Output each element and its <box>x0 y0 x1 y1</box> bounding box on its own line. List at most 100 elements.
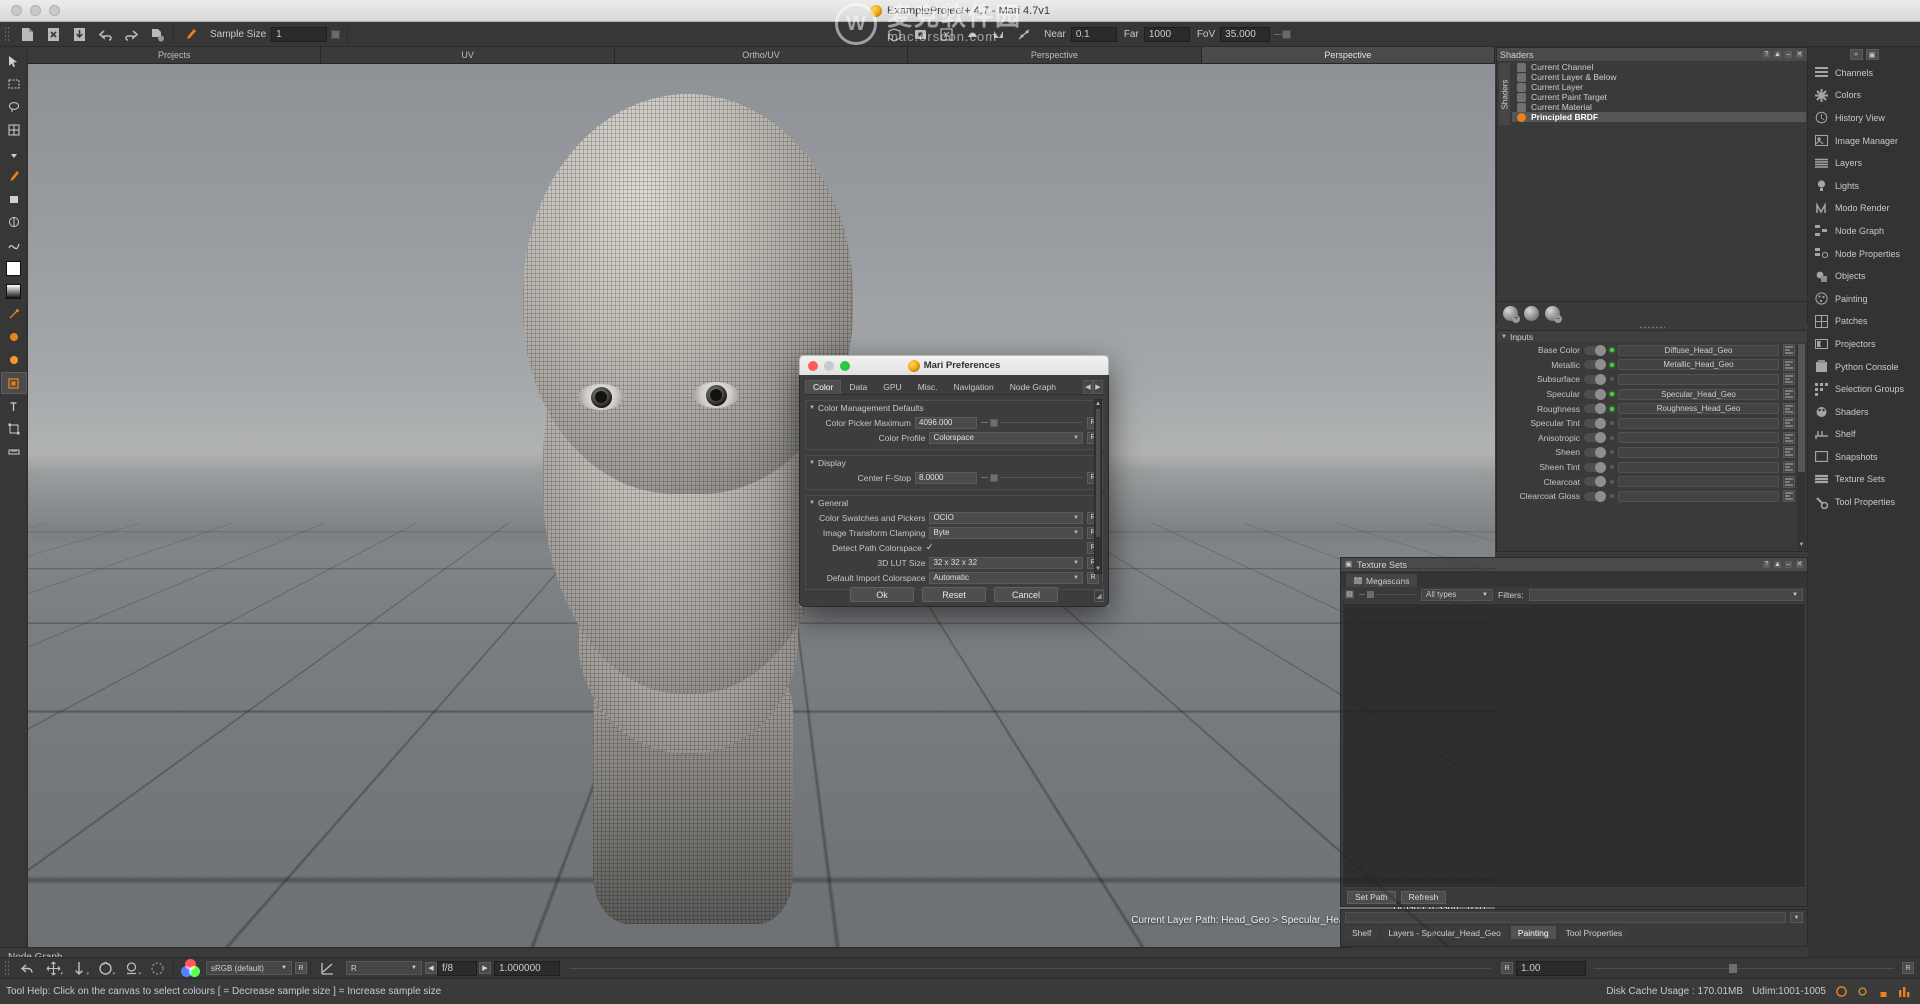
viewport-tab-strip[interactable]: Projects UV Ortho/UV Perspective Perspec… <box>28 47 1496 64</box>
rail-item-shaders[interactable]: Shaders <box>1808 401 1920 424</box>
texture-sets-footer[interactable]: Set Path Refresh <box>1342 889 1806 905</box>
next-arrow-icon[interactable]: ▶ <box>479 962 491 974</box>
inputs-panel[interactable]: ▼ Inputs Base Color Diffuse_Head_Geo Met… <box>1496 330 1808 552</box>
input-menu-icon[interactable] <box>1783 344 1795 357</box>
undo-arrow-icon[interactable] <box>92 24 118 45</box>
tab-scroll-left-icon[interactable]: ◀ <box>1083 380 1093 394</box>
thumbnail-size-slider[interactable] <box>1359 591 1416 598</box>
gpu-icon[interactable] <box>1856 986 1868 998</box>
input-row-anisotropic[interactable]: Anisotropic <box>1498 431 1797 446</box>
channel-select[interactable]: R ▼ <box>346 961 422 975</box>
input-menu-icon[interactable] <box>1783 475 1795 488</box>
viewport-tab-perspective-active[interactable]: Perspective <box>1201 47 1496 63</box>
dialog-resize-grip[interactable]: ◢ <box>1094 590 1104 602</box>
rail-item-projectors[interactable]: Projectors <box>1808 333 1920 356</box>
lut-size-select[interactable]: 32 x 32 x 32 ▼ <box>929 556 1083 569</box>
image-transform-clamping-select[interactable]: Byte ▼ <box>929 526 1083 539</box>
sample-size-input[interactable]: 1 <box>271 26 328 42</box>
rail-item-node-graph[interactable]: Node Graph <box>1808 220 1920 243</box>
rail-item-node-properties[interactable]: Node Properties <box>1808 243 1920 266</box>
group-title[interactable]: ▼ Display <box>809 458 1099 468</box>
viewport-tab-uv[interactable]: UV <box>321 47 615 63</box>
help-icon[interactable]: ? <box>1762 560 1771 569</box>
node-properties-panel[interactable]: ▼ Shelf Layers - Specular_Head_Geo Paint… <box>1340 909 1808 947</box>
rail-item-python-console[interactable]: Python Console <box>1808 356 1920 379</box>
text-tool[interactable] <box>1 395 27 417</box>
toolbar-grip[interactable] <box>4 25 10 43</box>
shader-item-current-paint-target[interactable]: Current Paint Target <box>1512 92 1806 102</box>
default-import-colorspace-select[interactable]: Automatic ▼ <box>929 571 1083 584</box>
sample-size-slider[interactable] <box>331 28 1886 70</box>
remove-shader-icon[interactable]: – <box>1545 306 1562 323</box>
tab-megascans[interactable]: Megascans <box>1345 573 1419 587</box>
detect-path-colorspace-checkbox[interactable]: ✓ <box>926 542 938 553</box>
pref-row-center-f-stop[interactable]: Center F-Stop 8.0000 R <box>809 470 1099 485</box>
color-picker-maximum-slider[interactable] <box>981 418 1083 427</box>
input-row-clearcoat-gloss[interactable]: Clearcoat Gloss <box>1498 489 1797 504</box>
texture-sets-filterrow[interactable]: ▤ All types ▼ Filters: ▼ <box>1341 587 1807 602</box>
save-project-icon[interactable] <box>66 24 92 45</box>
fov-slider[interactable] <box>1274 28 1854 70</box>
dialog-buttons[interactable]: Ok Reset Cancel <box>800 587 1108 602</box>
scroll-up-icon[interactable]: ▲ <box>1095 400 1101 408</box>
set-path-button[interactable]: Set Path <box>1347 890 1396 904</box>
refresh-button[interactable]: Refresh <box>1400 890 1447 904</box>
minimize-icon[interactable]: – <box>1784 560 1793 569</box>
scrollbar-thumb[interactable] <box>1096 409 1100 538</box>
input-menu-icon[interactable] <box>1783 388 1795 401</box>
gain-input[interactable]: 1.000000 <box>494 960 560 976</box>
shader-ball-toolbar[interactable]: + – <box>1496 303 1808 324</box>
dialog-tab-misc[interactable]: Misc. <box>909 380 946 394</box>
shaders-panel[interactable]: Shaders ? ▲ – ✕ Shaders Current Channel … <box>1496 47 1808 302</box>
paint-bucket-tool[interactable] <box>1 188 27 210</box>
input-value-field[interactable] <box>1618 417 1779 429</box>
ok-button[interactable]: Ok <box>850 587 914 602</box>
input-row-sheen[interactable]: Sheen <box>1498 445 1797 460</box>
rail-item-layers[interactable]: Layers <box>1808 152 1920 175</box>
right-reset-button[interactable]: R <box>1501 962 1513 974</box>
rail-item-shelf[interactable]: Shelf <box>1808 424 1920 447</box>
shader-item-current-channel[interactable]: Current Channel <box>1512 62 1806 72</box>
rail-item-lights[interactable]: Lights <box>1808 175 1920 198</box>
shader-item-current-layer[interactable]: Current Layer <box>1512 82 1806 92</box>
gamma-curve-icon[interactable] <box>314 959 340 978</box>
pin-tool[interactable] <box>1 142 27 164</box>
far-input[interactable]: 1000 <box>1143 26 1190 42</box>
scroll-down-icon[interactable]: ▼ <box>1095 565 1101 573</box>
dialog-tab-node-graph[interactable]: Node Graph <box>1001 380 1065 394</box>
input-value-field[interactable] <box>1618 446 1779 458</box>
color-picker-icon[interactable] <box>177 24 203 45</box>
mirror-icon[interactable]: ▾ <box>118 959 144 978</box>
tab-painting[interactable]: Painting <box>1510 926 1556 939</box>
add-shader-icon[interactable]: + <box>1503 306 1520 323</box>
group-title[interactable]: ▼ Color Management Defaults <box>809 403 1099 413</box>
input-toggle[interactable] <box>1584 373 1606 385</box>
duplicate-shader-icon[interactable] <box>1524 306 1539 321</box>
reset-button[interactable]: Reset <box>922 587 986 602</box>
fill-tool[interactable] <box>1 326 27 348</box>
scroll-down-icon[interactable]: ▼ <box>1797 542 1806 550</box>
rail-item-tool-properties[interactable]: Tool Properties <box>1808 491 1920 514</box>
graph-icon[interactable] <box>1898 986 1910 998</box>
measure-tool[interactable] <box>1 441 27 463</box>
redo-arrow-icon[interactable] <box>118 24 144 45</box>
close-icon[interactable]: ✕ <box>1795 560 1804 569</box>
preferences-dialog[interactable]: Mari Preferences Color Data GPU Misc. Na… <box>799 355 1109 607</box>
rectangle-select-tool[interactable] <box>1 73 27 95</box>
input-toggle[interactable] <box>1584 432 1606 444</box>
viewport-tab-projects[interactable]: Projects <box>28 47 322 63</box>
brush-icon[interactable] <box>1877 986 1889 998</box>
dialog-tab-data[interactable]: Data <box>841 380 876 394</box>
input-menu-icon[interactable] <box>1783 461 1795 474</box>
new-project-icon[interactable] <box>14 24 40 45</box>
lasso-tool[interactable] <box>1 96 27 118</box>
input-value-field[interactable] <box>1618 373 1779 385</box>
input-value-field[interactable]: Diffuse_Head_Geo <box>1618 344 1779 356</box>
pref-row-image-transform-clamping[interactable]: Image Transform Clamping Byte ▼ R <box>809 525 1099 540</box>
wireframe-icon[interactable] <box>881 24 907 45</box>
group-title[interactable]: ▼ General <box>809 498 1099 508</box>
viewport-canvas[interactable]: Brush Pressure: 0.01 Current Layer Path:… <box>28 64 1495 947</box>
input-row-metallic[interactable]: Metallic Metallic_Head_Geo <box>1498 358 1797 373</box>
fov-input[interactable]: 35.000 <box>1220 26 1271 42</box>
main-toolbar[interactable]: Sample Size 1 Near 0.1 Far 1000 FoV 35.0… <box>0 22 1920 70</box>
